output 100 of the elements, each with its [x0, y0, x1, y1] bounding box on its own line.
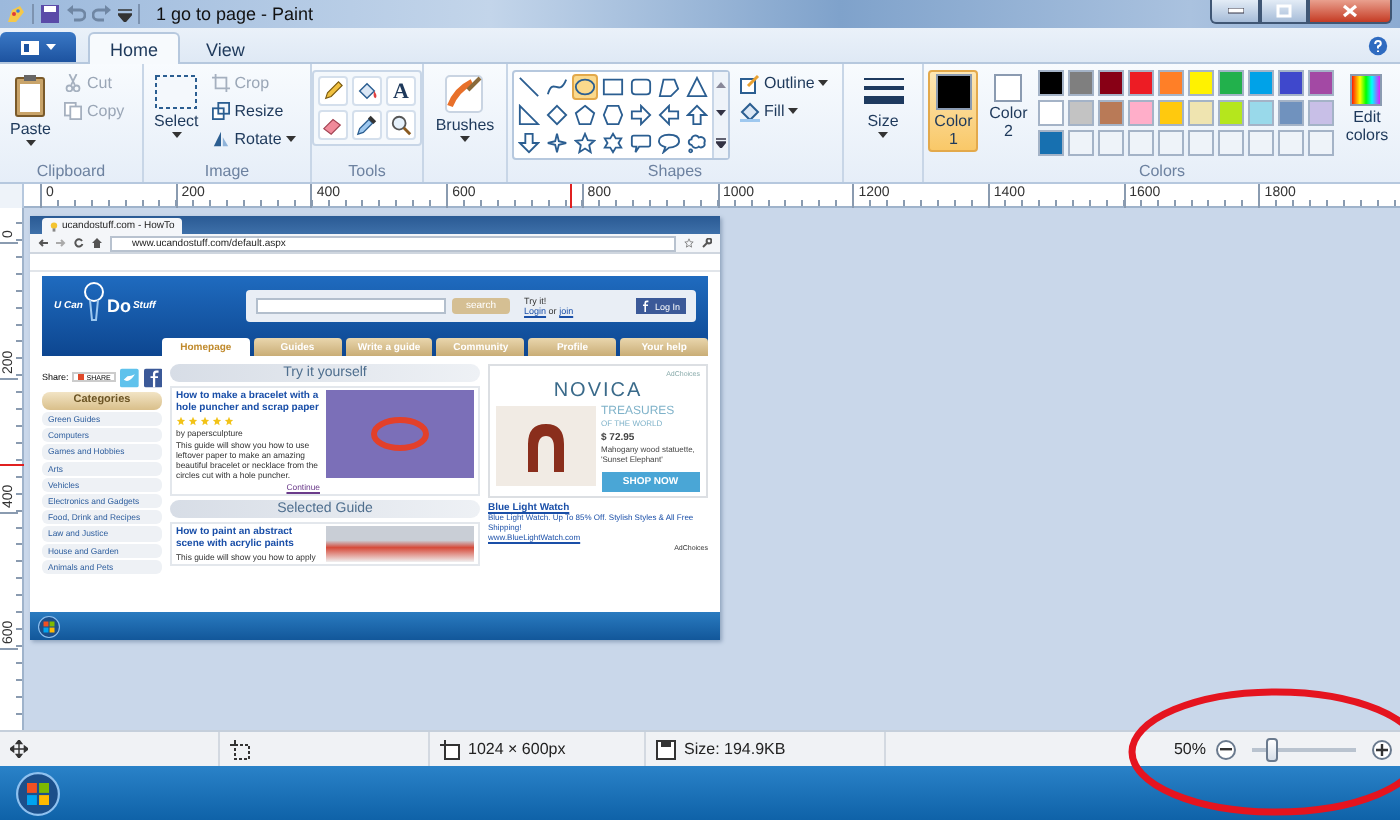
palette-color[interactable] [1127, 100, 1154, 126]
fill-button[interactable]: Fill [738, 98, 831, 124]
brushes-button[interactable]: Brushes [429, 70, 501, 146]
palette-color[interactable] [1097, 70, 1124, 96]
f-logo-icon[interactable] [143, 367, 162, 387]
paint-bucket-icon [356, 80, 378, 102]
search-field[interactable] [256, 298, 446, 314]
save-icon[interactable] [40, 4, 60, 24]
palette-color[interactable] [1247, 70, 1274, 96]
tool-button[interactable]: A [386, 76, 416, 106]
scroll-up-icon[interactable] [716, 82, 726, 89]
expand-gallery-icon[interactable] [716, 137, 726, 148]
star-icon[interactable] [684, 238, 694, 248]
caret-icon [285, 136, 296, 142]
palette-color[interactable] [1037, 70, 1064, 96]
left-arrow-shape-icon [658, 104, 680, 126]
start-orb-icon[interactable] [38, 615, 60, 637]
tool-button[interactable] [352, 110, 382, 140]
palette-color[interactable] [1157, 100, 1184, 126]
palette-color[interactable] [1307, 100, 1334, 126]
minimize-button[interactable] [1210, 0, 1260, 24]
shape-button[interactable] [656, 130, 682, 156]
reload-icon[interactable] [74, 238, 84, 248]
ribbon-tab[interactable]: View [184, 32, 267, 64]
palette-color[interactable] [1277, 100, 1304, 126]
logo-text: Do [106, 295, 131, 317]
scissors-icon [64, 74, 83, 92]
shape-button[interactable] [544, 74, 570, 100]
tool-button[interactable] [352, 76, 382, 106]
palette-color[interactable] [1187, 100, 1214, 126]
palette-color[interactable] [1037, 130, 1064, 156]
tool-button[interactable] [318, 110, 348, 140]
shape-button[interactable] [628, 74, 654, 100]
shape-button[interactable] [544, 102, 570, 128]
shape-button[interactable] [516, 102, 542, 128]
lightbulb-icon [50, 221, 58, 231]
start-orb-icon[interactable] [16, 771, 60, 815]
palette-color[interactable] [1247, 100, 1274, 126]
edit-colors-button[interactable]: Edit colors [1337, 70, 1396, 148]
size-button[interactable]: Size [855, 70, 911, 142]
shape-button[interactable] [656, 74, 682, 100]
secondary-color-button[interactable]: Color 2 [982, 70, 1034, 144]
shape-button[interactable] [656, 102, 682, 128]
magnifier-icon [390, 114, 412, 136]
shape-button[interactable] [600, 102, 626, 128]
eraser-icon [322, 114, 344, 136]
outline-button[interactable]: Outline [738, 70, 831, 96]
primary-color-button[interactable]: Color 1 [928, 70, 979, 152]
wrench-icon[interactable] [702, 238, 712, 248]
minimize-icon [1227, 8, 1243, 14]
shape-button[interactable] [684, 74, 710, 100]
palette-color[interactable] [1157, 70, 1184, 96]
cursor-position-icon [10, 740, 28, 758]
rounded-rectangle-shape-icon [630, 76, 652, 98]
palette-color[interactable] [1127, 70, 1154, 96]
paint-app-icon [6, 4, 26, 24]
select-button[interactable]: Select [148, 70, 205, 142]
shape-button[interactable] [572, 130, 598, 156]
scroll-down-icon[interactable] [716, 109, 726, 116]
shape-button[interactable] [684, 130, 710, 156]
home-icon[interactable] [92, 238, 102, 248]
zoom-out-button[interactable] [1216, 739, 1236, 759]
help-icon[interactable] [1368, 35, 1388, 55]
maximize-button[interactable] [1260, 0, 1308, 24]
back-icon[interactable] [38, 238, 48, 248]
caret-icon [878, 132, 888, 138]
file-size: Size: 194.9KB [684, 740, 786, 758]
palette-color[interactable] [1037, 100, 1064, 126]
palette-color[interactable] [1067, 100, 1094, 126]
palette-color[interactable] [1277, 70, 1304, 96]
app-menu-button[interactable] [0, 32, 76, 62]
close-button[interactable] [1308, 0, 1392, 24]
zoom-in-button[interactable] [1372, 739, 1392, 759]
shape-button[interactable] [572, 102, 598, 128]
paste-button[interactable]: Paste [4, 70, 57, 150]
shape-button[interactable] [516, 130, 542, 156]
shape-button[interactable] [544, 130, 570, 156]
resize-button[interactable]: Resize [210, 98, 298, 124]
palette-color[interactable] [1187, 70, 1214, 96]
shape-button[interactable] [628, 102, 654, 128]
tool-button[interactable] [318, 76, 348, 106]
ribbon-tab[interactable]: Home [88, 32, 181, 64]
zoom-slider-thumb[interactable] [1266, 737, 1279, 761]
palette-color[interactable] [1217, 100, 1244, 126]
rotate-button[interactable]: Rotate [210, 126, 298, 152]
shape-button[interactable] [600, 74, 626, 100]
shape-button[interactable] [684, 102, 710, 128]
shape-button[interactable] [572, 74, 598, 100]
palette-color[interactable] [1217, 70, 1244, 96]
shape-button[interactable] [600, 130, 626, 156]
palette-color[interactable] [1307, 70, 1334, 96]
minus-icon [1220, 747, 1232, 751]
shape-button[interactable] [516, 74, 542, 100]
customize-menu-icon[interactable] [118, 7, 132, 21]
selection-rectangle-icon [154, 74, 199, 110]
palette-color[interactable] [1097, 100, 1124, 126]
palette-color[interactable] [1067, 70, 1094, 96]
clipboard-icon [14, 74, 47, 118]
tool-button[interactable] [386, 110, 416, 140]
shape-button[interactable] [628, 130, 654, 156]
